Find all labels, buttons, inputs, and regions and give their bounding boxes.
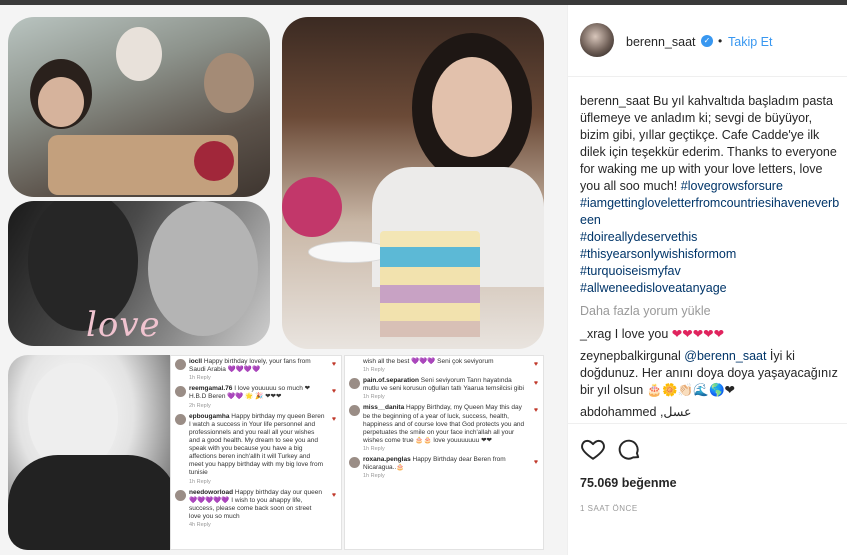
flowers-shape (194, 141, 234, 181)
avatar (175, 386, 186, 398)
likes-count[interactable]: 75.069 beğenme (580, 476, 677, 490)
comment-username[interactable]: _xrag (580, 327, 611, 341)
hashtag-link[interactable]: #turquoiseismyfav (580, 263, 842, 280)
post-timestamp[interactable]: 1 SAAT ÖNCE (580, 504, 638, 513)
comment-emoji: 🎂🌼👏🏻🌊🌎❤ (646, 383, 735, 397)
flowers-shape (282, 177, 342, 237)
caption-username[interactable]: berenn_saat (580, 94, 650, 108)
hashtag-link[interactable]: #doireallydeservethis (580, 230, 697, 244)
separator-dot: • (718, 34, 723, 48)
avatar (349, 405, 360, 417)
heart-icon: ♥ (331, 415, 336, 423)
post-image[interactable]: love iocll Happy birthday lovely, your f… (0, 5, 567, 555)
mention-link[interactable]: @berenn_saat (684, 349, 766, 363)
screenshot-comment: pain.of.separation Seni seviyorum Tanrı … (345, 375, 543, 402)
jacket-shape (8, 455, 178, 550)
comment-username[interactable]: abdohammed (580, 405, 656, 419)
comment-text: I love you (614, 327, 672, 341)
face-shape (432, 57, 512, 157)
screenshot-comment: miss__danita Happy Birthday, my Queen Ma… (345, 402, 543, 454)
comment-item: abdohammed ,عسل (580, 404, 842, 421)
screenshot-comment: needoworload Happy birthday day our quee… (171, 487, 341, 531)
smiling-portrait-photo (8, 355, 178, 550)
heart-like-icon[interactable] (580, 436, 606, 462)
comment-text: ,عسل (659, 405, 692, 419)
comments-screenshot-right: wish all the best 💜💜💜 Seni çok seviyorum… (344, 355, 544, 550)
screenshot-comment: wish all the best 💜💜💜 Seni çok seviyorum… (363, 358, 538, 374)
verified-badge-icon: ✓ (701, 35, 713, 47)
screenshot-comment: roxana.penglas Happy Birthday dear Beren… (345, 454, 543, 481)
heart-icon: ♥ (533, 380, 538, 388)
hashtag-link[interactable]: #iamgettingloveletterfromcountriesihaven… (580, 195, 842, 229)
screenshot-comment: reemgamal.76 I love youuuuu so much ❤ H.… (171, 383, 341, 410)
face-shape (38, 77, 84, 127)
avatar (349, 378, 360, 390)
comments-list: berenn_saat Bu yıl kahvaltıda başladım p… (580, 93, 842, 426)
comments-screenshot-left: iocll Happy birthday lovely, your fans f… (170, 355, 342, 550)
hearts-emoji: ❤❤❤❤❤ (671, 327, 725, 341)
person-shape (116, 27, 162, 81)
avatar (175, 359, 186, 370)
love-script-text: love (86, 305, 161, 345)
caption: berenn_saat Bu yıl kahvaltıda başladım p… (580, 93, 842, 297)
comment-item: _xrag I love you ❤❤❤❤❤ (580, 326, 842, 343)
follow-button[interactable]: Takip Et (728, 35, 772, 49)
person-shape (204, 53, 254, 113)
hashtag-link[interactable]: #thisyearsonlywishisformom (580, 246, 842, 263)
screenshot-comment: epbougamha Happy birthday my queen Beren… (171, 411, 341, 487)
heart-icon: ♥ (331, 361, 336, 368)
face-shape (148, 201, 258, 336)
post-sidebar: berenn_saat ✓ • Takip Et berenn_saat Bu … (567, 5, 847, 555)
username-link[interactable]: berenn_saat (626, 35, 696, 49)
hashtag-link[interactable]: #allweneedisloveatanyage (580, 280, 842, 297)
hashtag-link[interactable]: #lovegrowsforsure (681, 179, 783, 193)
heart-icon: ♥ (533, 459, 538, 466)
post-header: berenn_saat ✓ • Takip Et (568, 5, 847, 77)
comment-bubble-icon[interactable] (616, 436, 642, 462)
comment-username[interactable]: zeynepbalkirgunal (580, 349, 681, 363)
avatar (175, 489, 186, 501)
heart-icon: ♥ (331, 388, 336, 396)
breakfast-photo (8, 17, 270, 197)
heart-icon: ♥ (331, 491, 336, 499)
screenshot-comment: iocll Happy birthday lovely, your fans f… (171, 356, 341, 383)
post-actions: 75.069 beğenme 1 SAAT ÖNCE (568, 423, 847, 553)
comment-item: zeynepbalkirgunal @berenn_saat İyi ki do… (580, 348, 842, 399)
heart-icon: ♥ (533, 361, 538, 368)
avatar[interactable] (580, 23, 614, 57)
avatar (349, 457, 360, 468)
cake-slice (380, 231, 480, 337)
load-more-comments-link[interactable]: Daha fazla yorum yükle (580, 303, 842, 320)
avatar (175, 413, 186, 425)
heart-icon: ♥ (533, 407, 538, 415)
